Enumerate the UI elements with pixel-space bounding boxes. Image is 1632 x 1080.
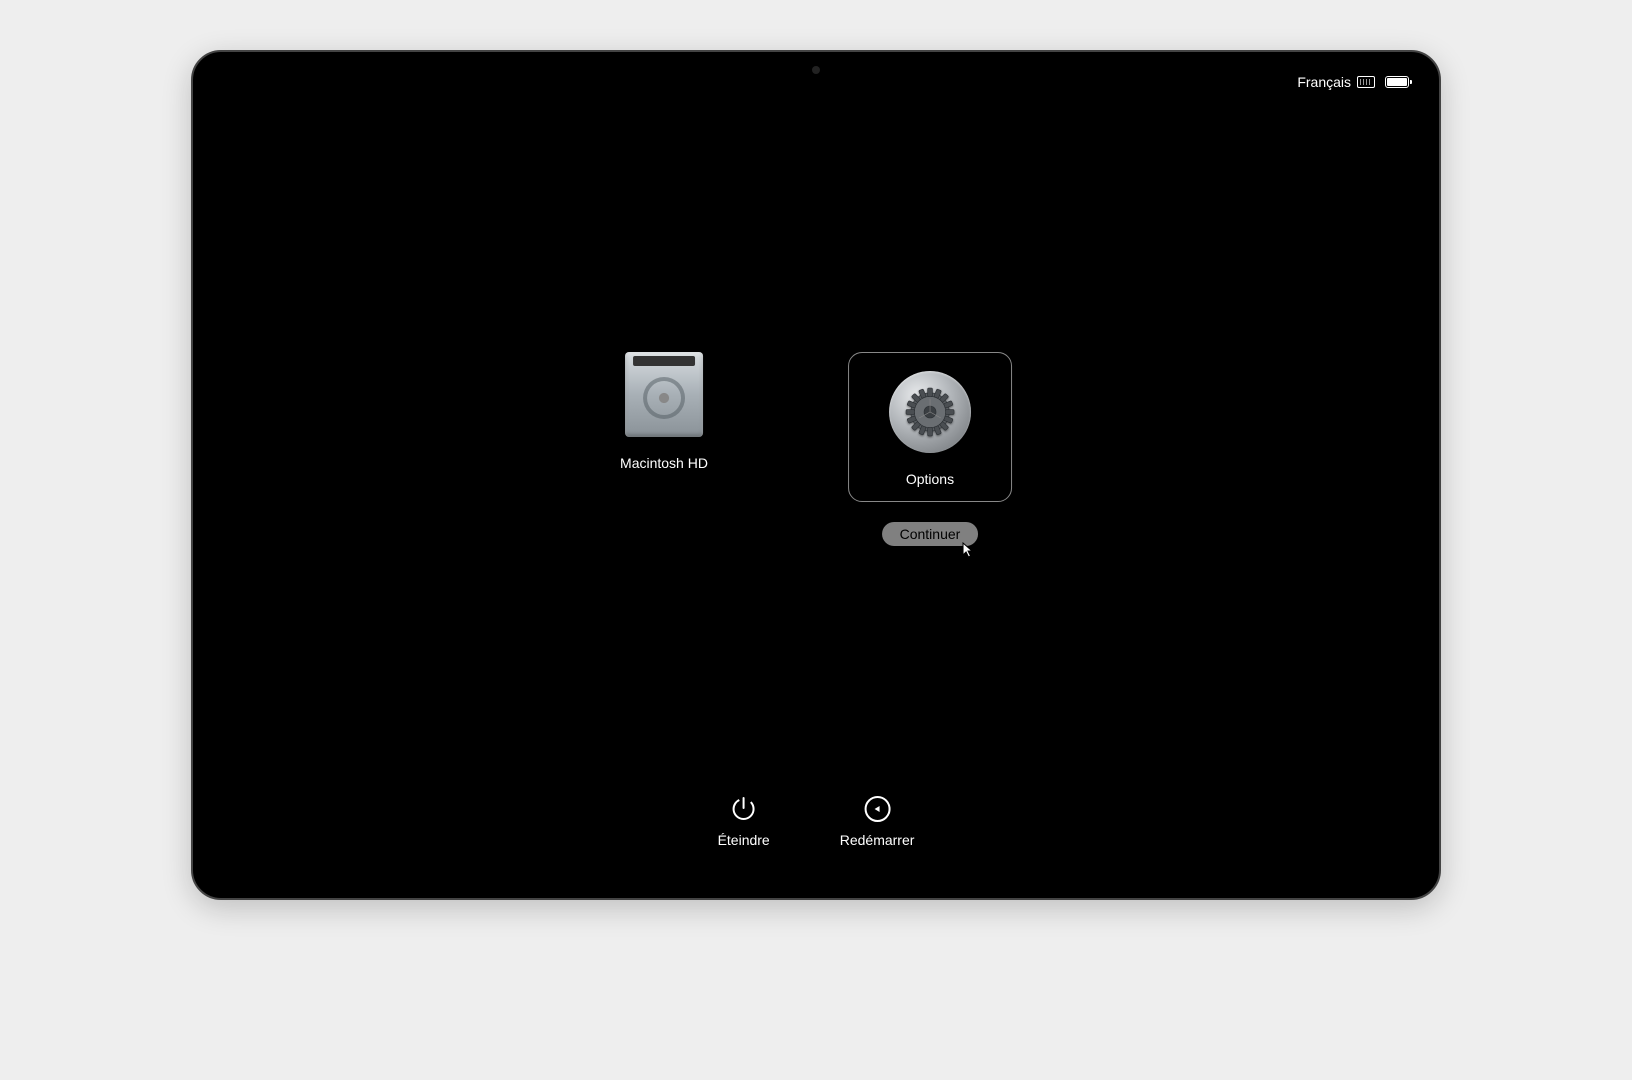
bottom-actions: Éteindre Redémarrer <box>718 796 915 848</box>
device-frame: Français Macintosh HD <box>191 50 1441 900</box>
language-label: Français <box>1297 74 1351 90</box>
restart-icon <box>864 796 890 822</box>
boot-option-macintosh-hd[interactable]: Macintosh HD <box>620 352 708 471</box>
boot-options-container: Macintosh HD <box>620 352 1012 546</box>
status-bar: Français <box>1297 74 1409 90</box>
battery-fill <box>1387 78 1407 86</box>
hard-drive-icon <box>625 352 703 437</box>
camera-dot <box>812 66 820 74</box>
boot-option-options[interactable]: Options <box>848 352 1012 502</box>
boot-option-options-wrapper: Options Continuer <box>848 352 1012 546</box>
cursor-icon <box>962 542 974 560</box>
shutdown-label: Éteindre <box>718 832 770 848</box>
input-language-indicator[interactable]: Français <box>1297 74 1375 90</box>
shutdown-button[interactable]: Éteindre <box>718 796 770 848</box>
restart-button[interactable]: Redémarrer <box>840 796 915 848</box>
disk-label: Macintosh HD <box>620 455 708 471</box>
battery-icon <box>1385 76 1409 88</box>
keyboard-icon <box>1357 76 1375 88</box>
options-label: Options <box>906 471 954 487</box>
power-icon <box>731 796 757 822</box>
continue-button[interactable]: Continuer <box>882 522 979 546</box>
restart-label: Redémarrer <box>840 832 915 848</box>
continue-button-label: Continuer <box>900 526 961 542</box>
gear-icon <box>889 371 971 453</box>
